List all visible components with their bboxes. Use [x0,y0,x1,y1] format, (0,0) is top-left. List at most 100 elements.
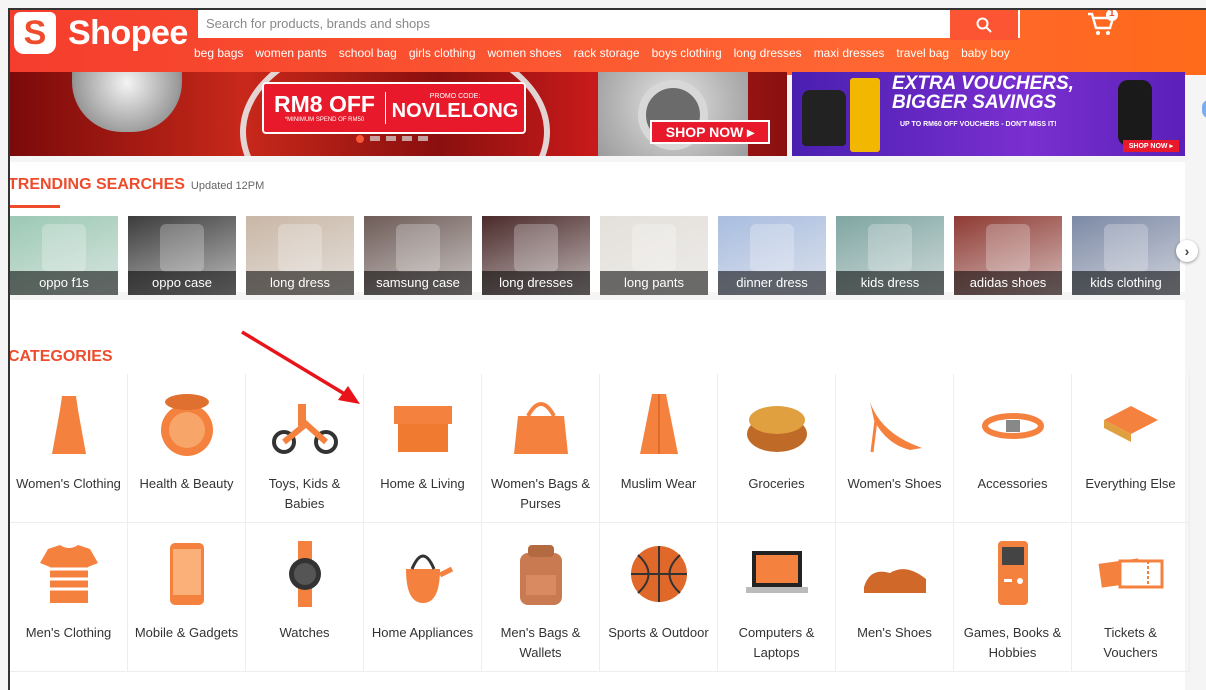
trending-item[interactable]: kids clothing [1072,216,1180,295]
rice-cooker-image [72,72,182,132]
trending-updated: Updated 12PM [190,180,265,192]
annotation-arrow [241,330,360,404]
trending-thumbnail [160,224,204,272]
trending-item[interactable]: dinner dress [718,216,826,295]
category-item[interactable]: Men's Clothing [10,523,128,672]
category-item[interactable]: Men's Bags & Wallets [482,523,600,672]
cape-icon [624,390,694,460]
kettle-icon [388,539,458,609]
trending-thumbnail [750,224,794,272]
search-suggestion[interactable]: maxi dresses [814,46,885,60]
carousel-dots[interactable] [356,135,428,143]
category-item[interactable]: Women's Clothing [10,374,128,523]
category-item[interactable]: Men's Shoes [836,523,954,672]
category-label: Everything Else [1085,476,1176,491]
category-item[interactable]: Tickets & Vouchers [1072,523,1190,672]
category-label: Women's Shoes [847,476,942,491]
trending-thumbnail [396,224,440,272]
search-button[interactable] [950,10,1018,40]
category-item[interactable]: Home Appliances [364,523,482,672]
game-console-icon [978,539,1048,609]
trending-thumbnail [42,224,86,272]
snack-bowl-icon [742,390,812,460]
cart-icon [1088,10,1118,35]
search-suggestion[interactable]: beg bags [194,46,243,60]
logo-text: Shopee [68,13,188,52]
category-item[interactable]: Watches [246,523,364,672]
category-item[interactable]: Sports & Outdoor [600,523,718,672]
search-suggestion[interactable]: baby boy [961,46,1010,60]
search-suggestion[interactable]: women pants [255,46,326,60]
category-item[interactable]: Everything Else [1072,374,1190,523]
trending-item[interactable]: long dresses [482,216,590,295]
shopping-bag-icon: S [14,12,56,54]
shopee-logo[interactable]: S Shopee [14,12,188,54]
trending-item[interactable]: oppo f1s [10,216,118,295]
category-item[interactable]: Women's Bags & Purses [482,374,600,523]
category-label: Men's Clothing [25,625,112,640]
shop-now-button[interactable]: SHOP NOW ▸ [650,120,770,144]
category-item[interactable]: Health & Beauty [128,374,246,523]
carousel-dot-active[interactable] [356,135,364,143]
category-item[interactable]: Women's Shoes [836,374,954,523]
smartwatch-image [1118,80,1152,146]
floating-widget-tab[interactable] [1202,100,1206,118]
carousel-dot[interactable] [418,136,428,141]
category-label: Accessories [977,476,1048,491]
trending-label: dinner dress [718,271,826,295]
high-heels-icon [860,390,930,460]
trending-item[interactable]: long dress [246,216,354,295]
trending-label: long dresses [482,271,590,295]
search-suggestion[interactable]: girls clothing [409,46,476,60]
search-suggestion[interactable]: travel bag [896,46,949,60]
category-item[interactable]: Games, Books & Hobbies [954,523,1072,672]
trending-item[interactable]: adidas shoes [954,216,1062,295]
category-label: Women's Bags & Purses [490,476,591,511]
carousel-dot[interactable] [386,136,396,141]
trending-list: oppo f1s oppo case long dress samsung case l… [10,216,1190,295]
side-banner[interactable]: EXTRA VOUCHERS, BIGGER SAVINGS UP TO RM6… [792,72,1185,156]
category-item[interactable]: Mobile & Gadgets [128,523,246,672]
search-suggestion[interactable]: school bag [339,46,397,60]
carousel-dot[interactable] [370,136,380,141]
air-fryer-image [802,90,846,146]
search-suggestion[interactable]: women shoes [488,46,562,60]
trending-thumbnail [278,224,322,272]
trending-label: adidas shoes [954,271,1062,295]
category-item[interactable]: Accessories [954,374,1072,523]
trending-item[interactable]: kids dress [836,216,944,295]
trending-label: kids dress [836,271,944,295]
page: S Shopee beg bags women pants school bag gi… [8,8,1206,690]
search-suggestions: beg bags women pants school bag girls cloth… [194,46,1022,60]
search-icon [976,17,992,33]
category-item[interactable]: Home & Living [364,374,482,523]
category-item[interactable]: Computers & Laptops [718,523,836,672]
side-banner-title: EXTRA VOUCHERS, BIGGER SAVINGS [892,73,1074,113]
trending-underline [10,205,60,208]
trending-thumbnail [1104,224,1148,272]
category-label: Home Appliances [371,625,474,640]
search-suggestion[interactable]: long dresses [734,46,802,60]
trending-item[interactable]: long pants [600,216,708,295]
bracelet-icon [978,390,1048,460]
trending-item[interactable]: oppo case [128,216,236,295]
search-suggestion[interactable]: rack storage [574,46,640,60]
category-item[interactable]: Muslim Wear [600,374,718,523]
side-shop-now-button[interactable]: SHOP NOW ▸ [1122,140,1179,152]
tshirt-icon [34,539,104,609]
search-suggestion[interactable]: boys clothing [652,46,722,60]
categories-section: CATEGORIES Women's Clothing Health & Beau… [10,300,1190,690]
handbag-icon [506,390,576,460]
trending-item[interactable]: samsung case [364,216,472,295]
search-input[interactable] [206,16,946,31]
chevron-right-icon[interactable]: › [1176,240,1198,262]
trending-label: samsung case [364,271,472,295]
trending-label: kids clothing [1072,271,1180,295]
category-item[interactable]: Groceries [718,374,836,523]
main-banner[interactable]: RM8 OFF *MINIMUM SPEND OF RM50 PROMO COD… [10,72,787,156]
carousel-dot[interactable] [402,136,412,141]
cart-button[interactable]: 1 [1086,10,1126,38]
category-label: Sports & Outdoor [608,625,709,640]
trending-label: oppo case [128,271,236,295]
trending-label: long dress [246,271,354,295]
